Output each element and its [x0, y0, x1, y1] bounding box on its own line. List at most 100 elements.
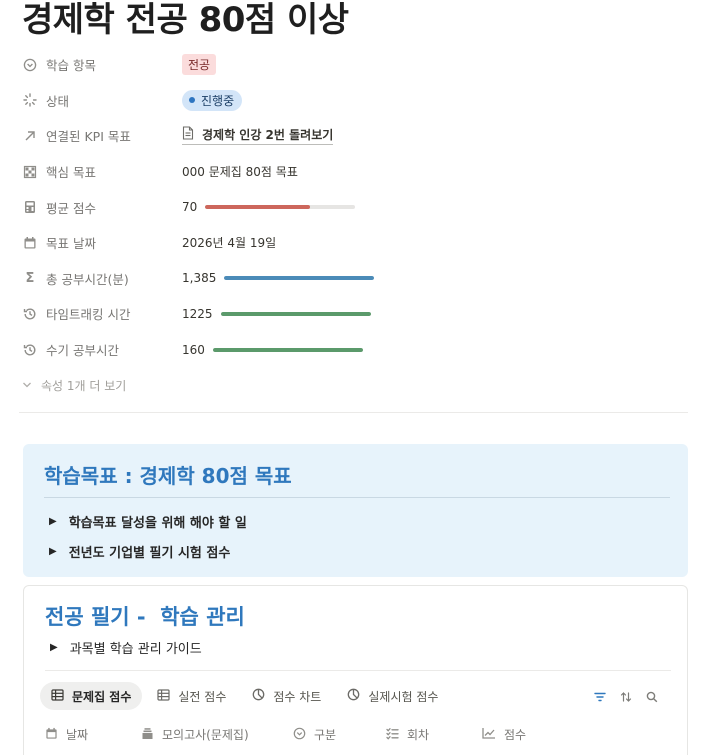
tab-label: 실제시험 점수 [368, 689, 439, 704]
toggle-guide[interactable]: ▶ 과목별 학습 관리 가이드 [50, 638, 202, 657]
database-toolbar [587, 686, 665, 708]
toggle-triangle-icon[interactable]: ▶ [50, 642, 58, 653]
property-label: 상태 [22, 91, 182, 110]
progress-fill [205, 205, 311, 210]
property-label: 평균 점수 [22, 198, 182, 217]
label-text: 목표 날짜 [46, 236, 96, 252]
property-label: 타임트래킹 시간 [22, 304, 182, 323]
progress-fill [212, 347, 363, 352]
table-icon [157, 688, 170, 704]
tab-label: 실전 점수 [178, 689, 227, 704]
kpi-page-link[interactable]: 경제학 인강 2번 돌려보기 [182, 126, 334, 146]
calculator-icon [22, 199, 38, 215]
filter-icon[interactable] [587, 686, 613, 708]
tab-label: 점수 차트 [273, 689, 322, 704]
property-label: Σ 총 공부시간(분) [22, 269, 182, 288]
toggle-exam-scores[interactable]: ▶ 전년도 기업별 필기 시험 점수 [49, 542, 230, 561]
calendar-icon [45, 727, 58, 743]
calendar-icon [22, 235, 38, 251]
toggle-label: 학습목표 달성을 위해 해야 할 일 [68, 516, 247, 531]
property-label: 수기 공부시간 [22, 340, 182, 359]
property-label: 연결된 KPI 목표 [22, 126, 182, 145]
property-label: 목표 날짜 [22, 233, 182, 252]
column-date[interactable]: 날짜 [45, 726, 141, 743]
avg-score-value: 70 [182, 200, 198, 215]
relation-arrow-icon [22, 128, 38, 144]
section-heading[interactable]: 전공 필기 - 학습 관리 [45, 601, 245, 631]
property-label: 학습 항목 [22, 55, 182, 74]
status-text: 진행중 [201, 93, 235, 108]
column-label: 회차 [407, 728, 430, 742]
label-text: 총 공부시간(분) [46, 271, 129, 287]
checkered-flag-icon [22, 164, 38, 180]
toggle-label: 전년도 기업별 필기 시험 점수 [68, 546, 231, 561]
label-text: 연결된 KPI 목표 [46, 129, 131, 145]
time-tracking-value: 1225 [182, 306, 213, 321]
link-text: 경제학 인강 2번 돌려보기 [202, 128, 334, 143]
search-icon[interactable] [639, 686, 665, 708]
property-study-item[interactable]: 학습 항목 전공 [22, 47, 682, 83]
chevron-down-icon [22, 379, 32, 392]
sort-icon[interactable] [613, 686, 639, 708]
table-icon [51, 688, 64, 704]
tab-workbook-score[interactable]: 문제집 점수 [40, 682, 143, 710]
property-time-tracking[interactable]: 타임트래킹 시간 1225 [22, 296, 682, 332]
core-goal-text[interactable]: 000 문제집 80점 목표 [182, 163, 298, 180]
properties-panel: 학습 항목 전공 상태 진행중 연결된 KPI 목표 경제학 인강 2번 돌려보… [22, 47, 682, 403]
checklist-icon [386, 727, 399, 743]
tab-practice-score[interactable]: 실전 점수 [146, 682, 237, 710]
status-dot-icon [189, 97, 195, 104]
pie-chart-icon [347, 688, 360, 704]
column-mock-exam[interactable]: 모의고사(문제집) [141, 726, 293, 743]
notion-page: 경제학 전공 80점 이상 학습 항목 전공 상태 진행중 연결된 KPI 목표… [0, 0, 703, 755]
column-round[interactable]: 회차 [386, 726, 482, 743]
total-time-progress-bar [224, 276, 375, 281]
property-manual-time[interactable]: 수기 공부시간 160 [22, 332, 682, 368]
property-target-date[interactable]: 목표 날짜 2026년 4월 19일 [22, 225, 682, 261]
property-core-goal[interactable]: 핵심 목표 000 문제집 80점 목표 [22, 154, 682, 190]
column-category[interactable]: 구분 [293, 726, 386, 743]
time-tracking-progress-bar [220, 311, 371, 316]
column-label: 날짜 [66, 728, 89, 742]
toggle-triangle-icon[interactable]: ▶ [49, 516, 57, 527]
property-avg-score[interactable]: 평균 점수 70 [22, 189, 682, 225]
goal-callout: 학습목표 : 경제학 80점 목표 ▶ 학습목표 달성을 위해 해야 할 일 ▶… [23, 444, 688, 577]
tab-real-exam-score[interactable]: 실제시험 점수 [336, 682, 449, 710]
callout-heading[interactable]: 학습목표 : 경제학 80점 목표 [44, 460, 292, 489]
tag-major[interactable]: 전공 [182, 54, 217, 76]
table-header: 날짜 모의고사(문제집) 구분 회차 점수 [45, 726, 562, 743]
page-icon [182, 126, 194, 143]
divider [19, 412, 688, 413]
label-text: 수기 공부시간 [46, 343, 119, 359]
database-view-tabs: 문제집 점수 실전 점수 점수 차트 실제시험 점수 [40, 682, 453, 710]
toggle-triangle-icon[interactable]: ▶ [49, 546, 57, 557]
column-score[interactable]: 점수 [482, 726, 562, 743]
card-divider [45, 670, 671, 671]
label-text: 핵심 목표 [46, 165, 96, 181]
column-label: 점수 [504, 728, 527, 742]
property-kpi[interactable]: 연결된 KPI 목표 경제학 인강 2번 돌려보기 [22, 118, 682, 154]
column-label: 구분 [314, 728, 337, 742]
trend-icon [482, 727, 496, 742]
progress-fill [220, 311, 371, 316]
status-loader-icon [22, 92, 38, 108]
status-badge[interactable]: 진행중 [182, 89, 243, 111]
pie-chart-icon [252, 688, 265, 704]
tab-score-chart[interactable]: 점수 차트 [241, 682, 332, 710]
progress-fill [224, 276, 375, 281]
property-total-time[interactable]: Σ 총 공부시간(분) 1,385 [22, 261, 682, 297]
select-icon [22, 57, 38, 73]
toggle-todo[interactable]: ▶ 학습목표 달성을 위해 해야 할 일 [49, 512, 247, 531]
show-more-properties-button[interactable]: 속성 1개 더 보기 [22, 367, 682, 403]
label-text: 학습 항목 [46, 58, 96, 74]
stack-icon [141, 727, 154, 743]
label-text: 평균 점수 [46, 200, 96, 216]
property-status[interactable]: 상태 진행중 [22, 83, 682, 119]
page-title[interactable]: 경제학 전공 80점 이상 [22, 0, 349, 40]
total-time-value: 1,385 [182, 271, 217, 286]
select-icon [293, 727, 306, 743]
property-label: 핵심 목표 [22, 162, 182, 181]
column-label: 모의고사(문제집) [162, 728, 249, 742]
history-clock-icon [22, 306, 38, 322]
target-date-value[interactable]: 2026년 4월 19일 [182, 234, 276, 251]
